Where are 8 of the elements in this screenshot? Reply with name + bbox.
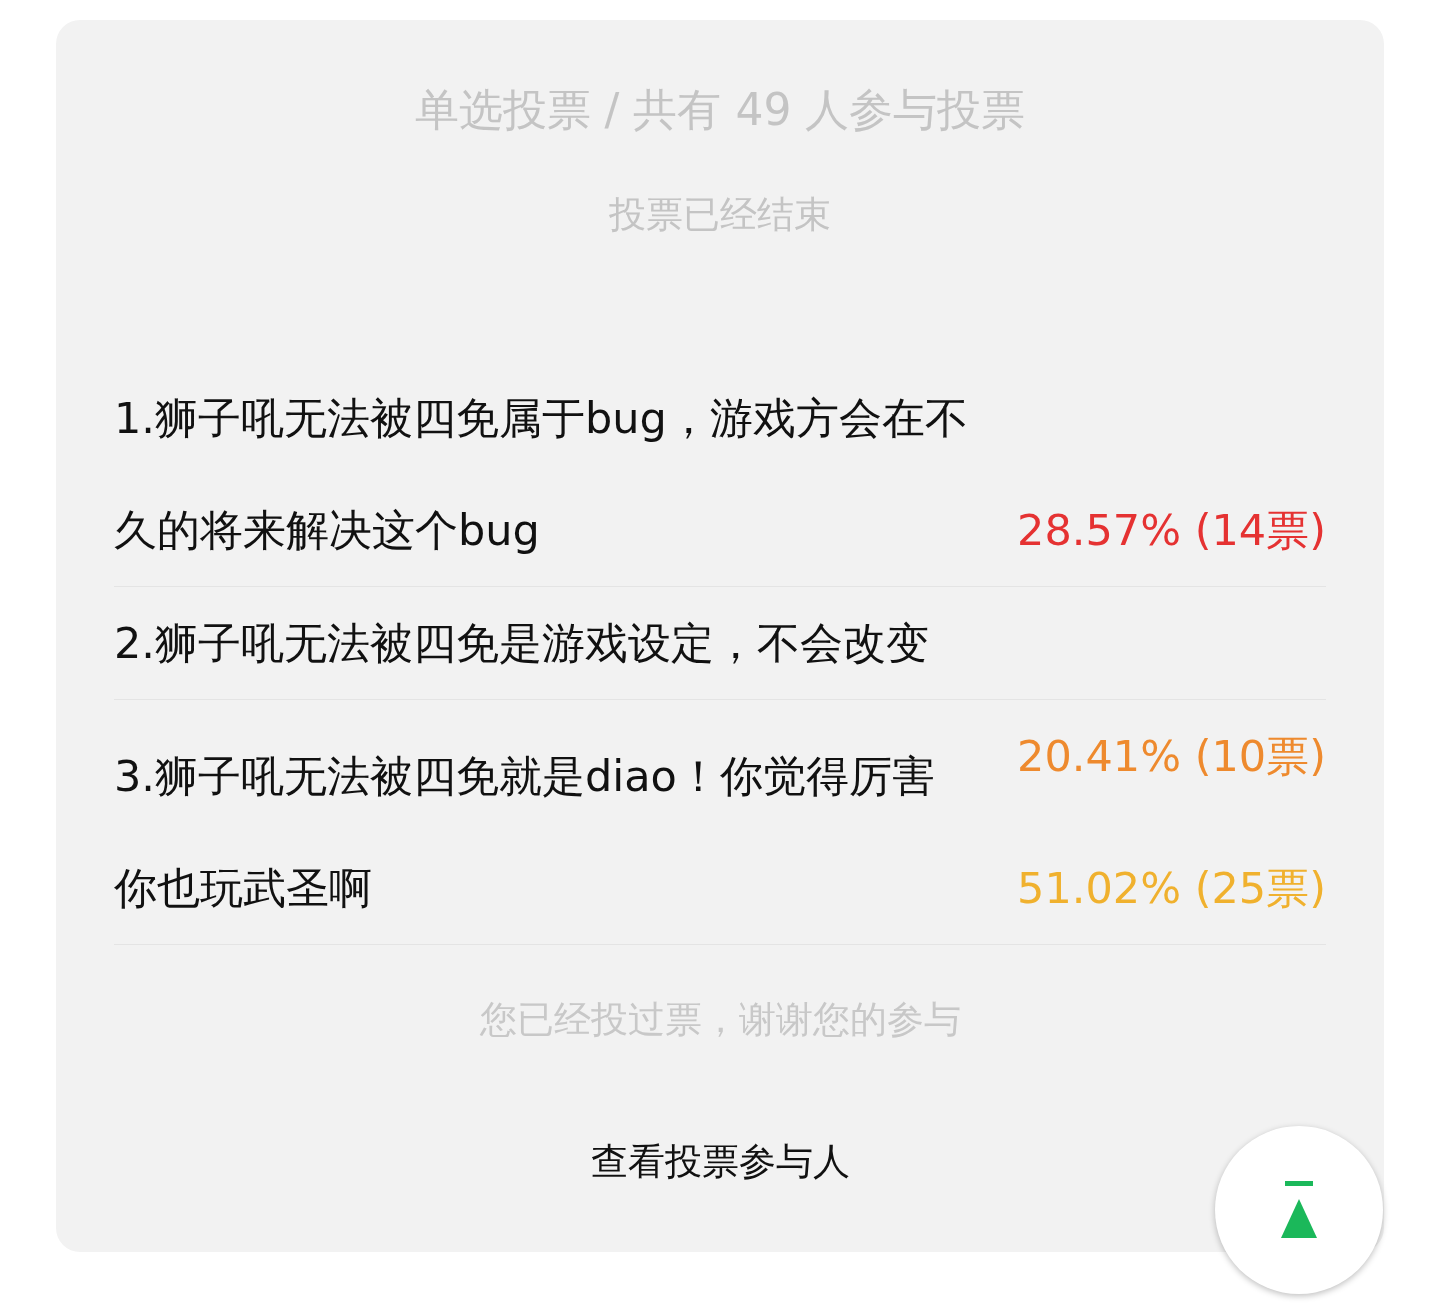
vote-result: 51.02% (25票)	[1017, 862, 1326, 915]
vote-result: 20.41% (10票)	[1017, 730, 1326, 783]
option-text: 3.狮子吼无法被四免就是diao！你觉得厉害你也玩武圣啊	[114, 750, 936, 915]
view-participants-button[interactable]: 查看投票参与人	[590, 1137, 850, 1187]
option-text: 2.狮子吼无法被四免是游戏设定，不会改变	[114, 617, 931, 670]
vote-result: 28.57% (14票)	[1017, 504, 1326, 557]
option-text: 1.狮子吼无法被四免属于bug，游戏方会在不久的将来解决这个bug	[114, 392, 969, 557]
scroll-top-icon	[1280, 1181, 1318, 1239]
